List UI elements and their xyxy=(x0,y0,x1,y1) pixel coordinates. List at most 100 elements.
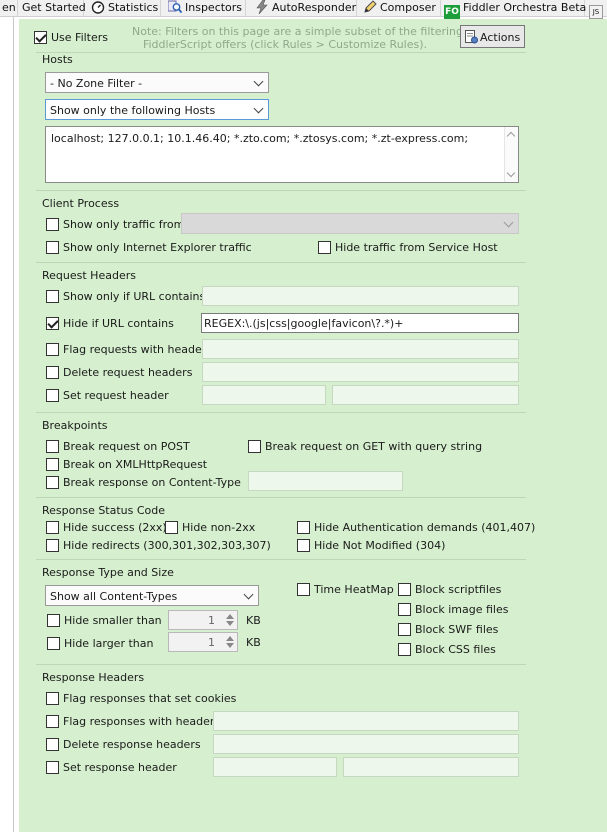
set-response-header-name-input[interactable] xyxy=(213,757,337,777)
scroll-down-icon[interactable] xyxy=(506,168,516,178)
tab-label: Get Started xyxy=(22,1,86,14)
show-only-from-checkbox[interactable] xyxy=(46,218,59,231)
hide-non2xx-checkbox[interactable] xyxy=(165,521,178,534)
hide-url-input[interactable]: REGEX:\.(js|css|google|favicon\?.*)+ xyxy=(201,313,519,333)
tab-label: Statistics xyxy=(108,1,159,14)
tab-autoresponder[interactable]: AutoResponder xyxy=(246,0,357,17)
delete-request-headers-input[interactable] xyxy=(202,362,519,382)
set-request-header-checkbox[interactable] xyxy=(46,389,59,402)
arrow-down-icon[interactable] xyxy=(226,643,234,648)
pencil-icon xyxy=(364,0,377,13)
set-response-header-checkbox[interactable] xyxy=(46,761,59,774)
hide-auth-checkbox[interactable] xyxy=(297,521,310,534)
divider xyxy=(36,412,526,413)
break-content-type-checkbox[interactable] xyxy=(46,476,59,489)
set-response-header-label: Set response header xyxy=(63,761,177,774)
flag-response-headers-input[interactable] xyxy=(213,711,519,731)
tab-fiddler-orchestra[interactable]: FO Fiddler Orchestra Beta xyxy=(441,0,586,19)
hide-larger-checkbox[interactable] xyxy=(47,637,60,650)
process-dropdown[interactable] xyxy=(181,213,519,234)
hide-redirects-checkbox[interactable] xyxy=(46,539,59,552)
show-only-from-label: Show only traffic from xyxy=(63,218,185,231)
use-filters-checkbox[interactable] xyxy=(34,31,47,44)
block-script-checkbox[interactable] xyxy=(398,583,411,596)
break-get-label: Break request on GET with query string xyxy=(265,440,483,453)
chevron-down-icon xyxy=(253,103,264,114)
hide-redirects-label: Hide redirects (300,301,302,303,307) xyxy=(63,539,271,552)
delete-response-headers-input[interactable] xyxy=(213,734,519,754)
host-filter-dropdown[interactable]: Show only the following Hosts xyxy=(45,99,269,120)
breakpoints-header: Breakpoints xyxy=(42,419,108,432)
block-script-label: Block scriptfiles xyxy=(415,583,502,596)
hosts-scrollbar[interactable] xyxy=(504,127,518,182)
tab-strip: en Get Started Statistics Inspectors Aut… xyxy=(0,0,607,19)
use-filters-label: Use Filters xyxy=(51,31,109,44)
tab-composer[interactable]: Composer xyxy=(357,0,441,17)
hide-smaller-label: Hide smaller than xyxy=(64,614,162,627)
break-post-checkbox[interactable] xyxy=(46,440,59,453)
hide-not-modified-checkbox[interactable] xyxy=(297,539,310,552)
tab-partial[interactable]: en xyxy=(0,0,18,17)
tab-js[interactable]: JS xyxy=(585,0,607,19)
time-heatmap-label: Time HeatMap xyxy=(314,583,394,596)
content-type-dropdown[interactable]: Show all Content-Types xyxy=(45,585,259,606)
break-xhr-checkbox[interactable] xyxy=(46,458,59,471)
chevron-down-icon xyxy=(503,217,514,228)
set-request-header-value-input[interactable] xyxy=(332,385,519,405)
scroll-up-icon[interactable] xyxy=(506,131,516,141)
hide-not-modified-label: Hide Not Modified (304) xyxy=(314,539,446,552)
zone-filter-dropdown[interactable]: - No Zone Filter - xyxy=(45,72,269,93)
block-swf-checkbox[interactable] xyxy=(398,623,411,636)
hide-service-host-checkbox[interactable] xyxy=(318,241,331,254)
hide-success-label: Hide success (2xx) xyxy=(63,521,167,534)
show-only-ie-label: Show only Internet Explorer traffic xyxy=(63,241,252,254)
break-post-label: Break request on POST xyxy=(63,440,190,453)
chevron-down-icon xyxy=(253,76,264,87)
flag-response-headers-label: Flag responses with headers xyxy=(63,715,221,728)
hosts-header: Hosts xyxy=(42,53,73,66)
tab-inspectors[interactable]: Inspectors xyxy=(161,0,246,17)
hide-smaller-checkbox[interactable] xyxy=(47,614,60,627)
hosts-list-textarea[interactable]: localhost; 127.0.0.1; 10.1.46.40; *.zto.… xyxy=(45,126,519,183)
hide-url-checkbox[interactable] xyxy=(46,317,59,330)
delete-request-headers-checkbox[interactable] xyxy=(46,366,59,379)
arrow-up-icon[interactable] xyxy=(226,614,234,619)
flag-requests-input[interactable] xyxy=(202,339,519,359)
left-gutter xyxy=(0,17,14,832)
show-only-ie-checkbox[interactable] xyxy=(46,241,59,254)
tab-label: Composer xyxy=(380,1,436,14)
hide-larger-label: Hide larger than xyxy=(64,637,154,650)
arrow-down-icon[interactable] xyxy=(226,621,234,626)
time-heatmap-checkbox[interactable] xyxy=(297,583,310,596)
divider xyxy=(36,190,526,191)
show-only-url-input[interactable] xyxy=(202,286,519,306)
filters-note-line2: FiddlerScript offers (click Rules > Cust… xyxy=(142,38,428,51)
js-icon: JS xyxy=(589,5,603,19)
client-process-header: Client Process xyxy=(42,197,120,210)
response-headers-header: Response Headers xyxy=(42,671,145,684)
flag-response-headers-checkbox[interactable] xyxy=(46,715,59,728)
hide-non2xx-label: Hide non-2xx xyxy=(182,521,256,534)
hide-smaller-stepper[interactable]: 1 xyxy=(168,610,238,630)
break-content-type-input[interactable] xyxy=(248,471,403,491)
hide-larger-stepper[interactable]: 1 xyxy=(168,632,238,652)
hide-url-label: Hide if URL contains xyxy=(63,317,174,330)
tab-label: Inspectors xyxy=(185,1,243,14)
break-get-checkbox[interactable] xyxy=(248,440,261,453)
document-gear-icon xyxy=(465,30,478,44)
tab-statistics[interactable]: Statistics xyxy=(85,0,161,17)
set-request-header-name-input[interactable] xyxy=(202,385,326,405)
block-image-label: Block image files xyxy=(415,603,509,616)
arrow-up-icon[interactable] xyxy=(226,636,234,641)
delete-response-headers-checkbox[interactable] xyxy=(46,738,59,751)
block-css-checkbox[interactable] xyxy=(398,643,411,656)
set-response-header-value-input[interactable] xyxy=(343,757,519,777)
flag-cookies-checkbox[interactable] xyxy=(46,692,59,705)
actions-button[interactable]: Actions xyxy=(460,25,525,48)
hide-success-checkbox[interactable] xyxy=(46,521,59,534)
flag-requests-checkbox[interactable] xyxy=(46,343,59,356)
tab-get-started[interactable]: Get Started xyxy=(18,0,86,17)
block-image-checkbox[interactable] xyxy=(398,603,411,616)
chevron-down-icon xyxy=(243,589,254,600)
show-only-url-checkbox[interactable] xyxy=(46,290,59,303)
